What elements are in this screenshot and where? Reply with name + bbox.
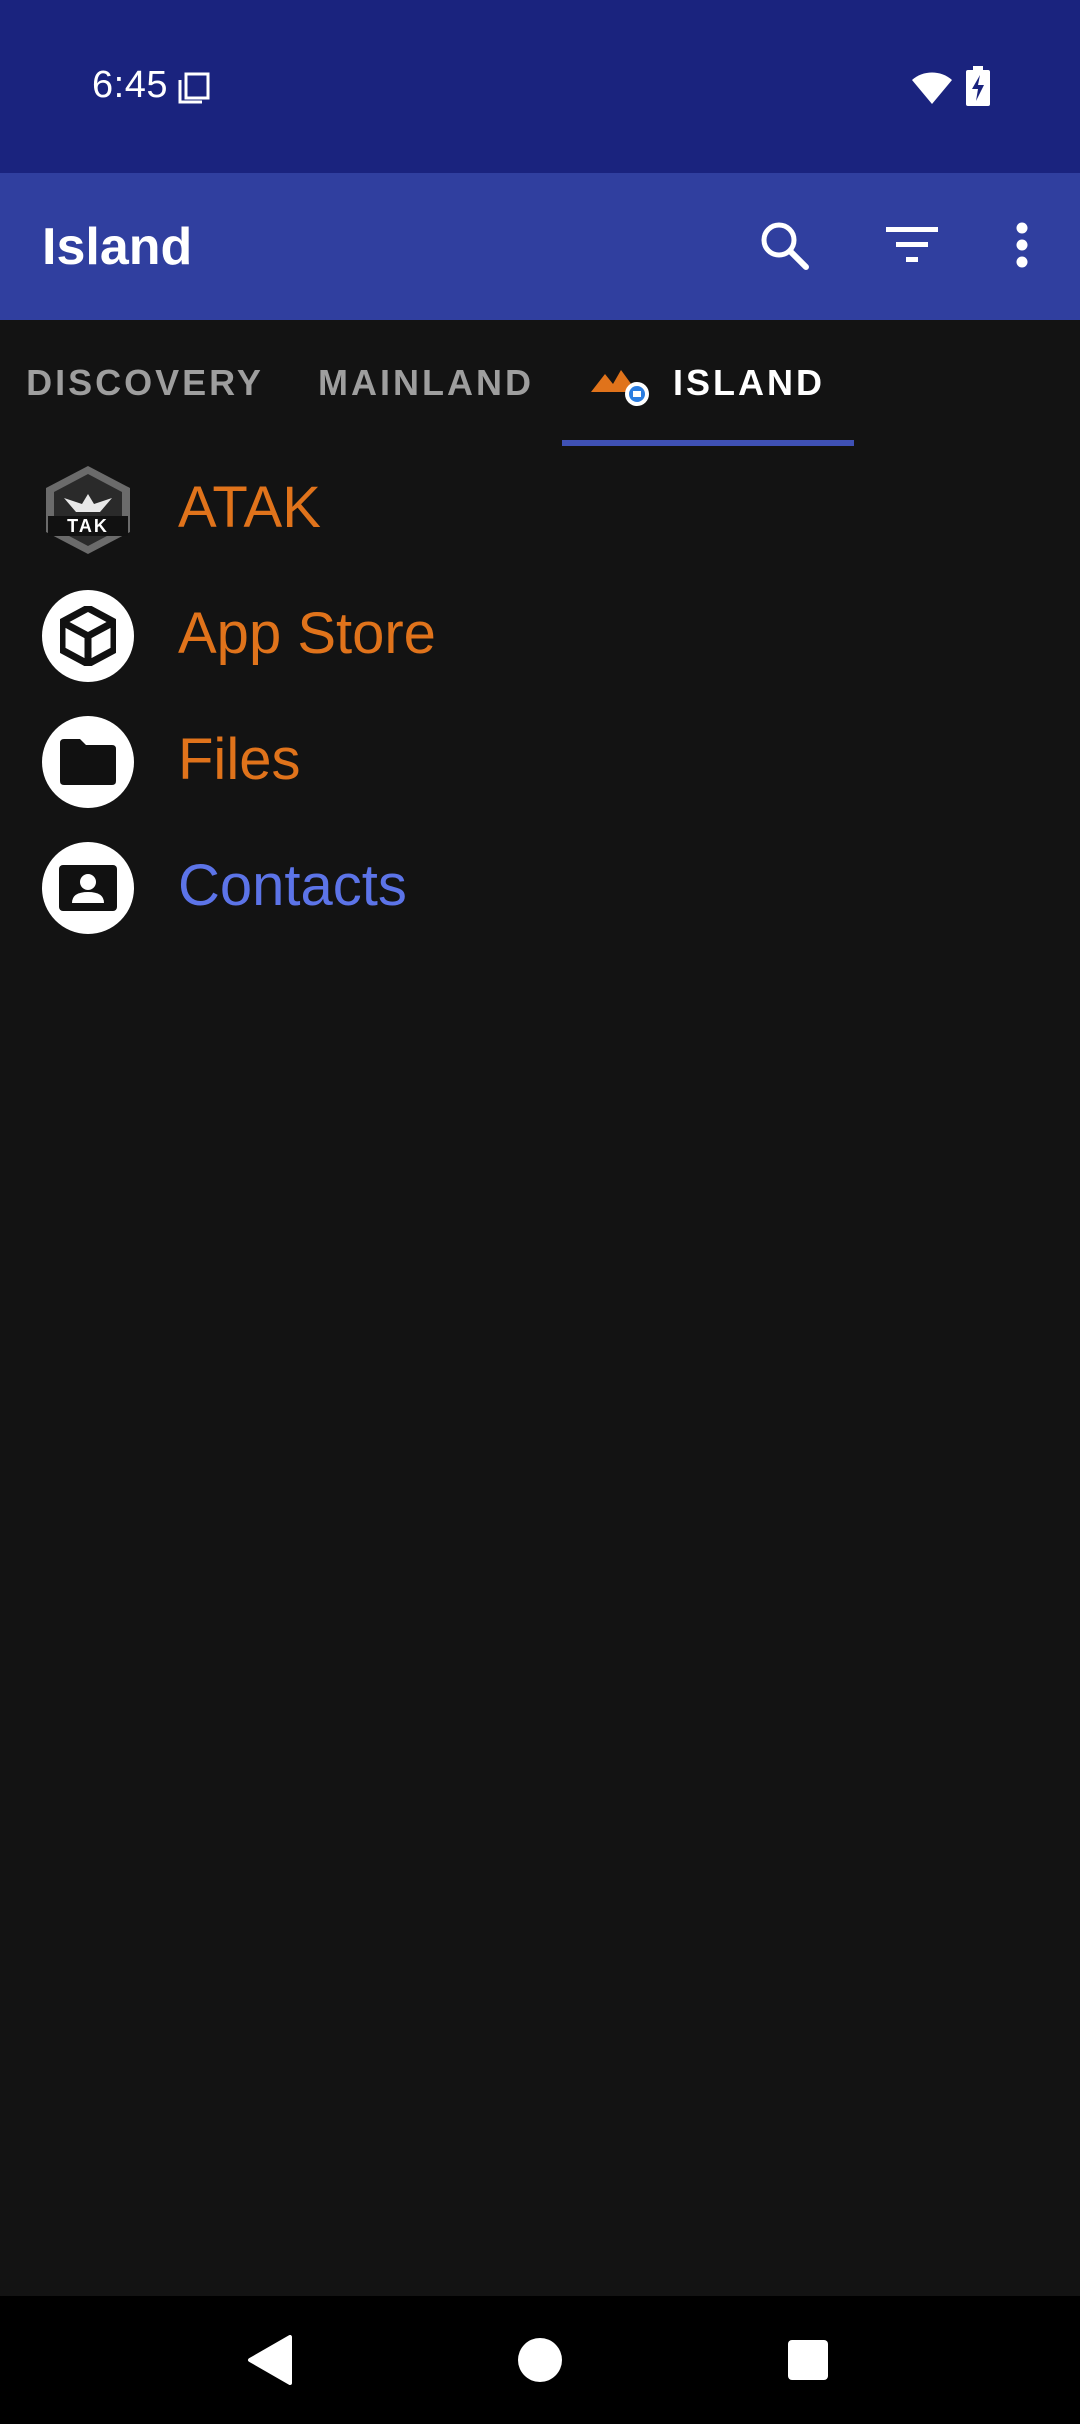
app-label: ATAK — [178, 475, 321, 540]
recents-icon — [788, 2340, 828, 2380]
filter-icon — [886, 227, 938, 262]
list-item-contacts[interactable]: Contacts — [0, 824, 1080, 950]
wifi-icon — [910, 70, 954, 111]
home-icon — [518, 2338, 562, 2382]
recents-button[interactable] — [774, 2326, 842, 2394]
tab-bar: DISCOVERY MAINLAND ISLAND — [0, 320, 1080, 446]
search-button[interactable] — [748, 209, 820, 281]
screenshot-icon — [176, 70, 212, 111]
list-item-atak[interactable]: TAK ATAK — [0, 446, 1080, 572]
app-label: Contacts — [178, 853, 407, 918]
app-label: Files — [178, 727, 301, 792]
list-item-files[interactable]: Files — [0, 698, 1080, 824]
list-item-app-store[interactable]: App Store — [0, 572, 1080, 698]
more-options-button[interactable] — [986, 209, 1058, 281]
status-bar: 6:45 — [0, 0, 1080, 173]
back-icon — [248, 2335, 292, 2385]
tab-discovery[interactable]: DISCOVERY — [0, 320, 290, 446]
tak-shield-icon: TAK — [42, 464, 134, 556]
tab-label: DISCOVERY — [26, 362, 264, 403]
tab-mainland[interactable]: MAINLAND — [290, 320, 562, 446]
tab-island[interactable]: ISLAND — [562, 320, 854, 446]
contact-card-icon — [42, 842, 134, 934]
page-title: Island — [42, 218, 193, 276]
svg-text:TAK: TAK — [67, 516, 109, 536]
navigation-bar — [0, 2296, 1080, 2424]
app-label: App Store — [178, 601, 436, 666]
island-icon — [591, 358, 653, 408]
filter-button[interactable] — [876, 209, 948, 281]
folder-icon — [42, 716, 134, 808]
more-vert-icon — [1016, 222, 1028, 268]
battery-charging-icon — [966, 66, 990, 111]
tab-label: ISLAND — [673, 362, 825, 403]
status-time: 6:45 — [92, 64, 168, 106]
home-button[interactable] — [506, 2326, 574, 2394]
back-button[interactable] — [236, 2326, 304, 2394]
package-cube-icon — [42, 590, 134, 682]
tab-label: MAINLAND — [318, 362, 534, 403]
app-bar: Island — [0, 173, 1080, 320]
search-icon — [761, 222, 809, 270]
